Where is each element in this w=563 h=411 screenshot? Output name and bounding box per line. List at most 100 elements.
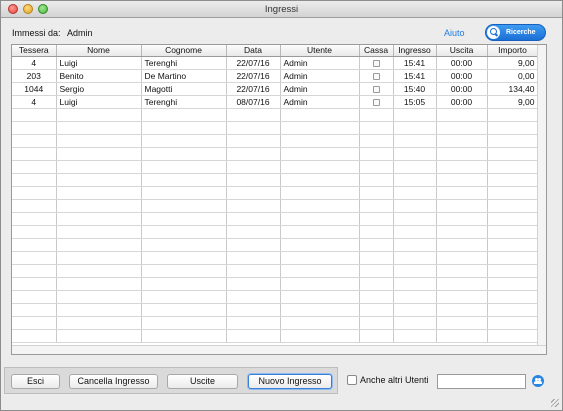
cell-cognome	[141, 290, 227, 304]
resize-grip-icon[interactable]	[551, 399, 559, 407]
cell-cognome	[141, 173, 227, 187]
cell-nome	[56, 134, 142, 148]
cell-nome	[56, 186, 142, 200]
user-filter-input[interactable]	[437, 374, 526, 389]
cell-cassa	[359, 303, 394, 317]
column-header-utente[interactable]: Utente	[280, 45, 360, 57]
table-row[interactable]: 4 Luigi Terenghi 22/07/16 Admin 15:41 00:00 9,0…	[12, 56, 539, 70]
table-row[interactable]	[12, 290, 539, 304]
column-header-cassa[interactable]: Cassa	[359, 45, 394, 57]
cell-ingresso	[393, 121, 437, 135]
cell-ingresso	[393, 264, 437, 278]
table-row[interactable]: 203 Benito De Martino 22/07/16 Admin 15:41 00:…	[12, 69, 539, 83]
column-header-tessera[interactable]: Tessera	[12, 45, 57, 57]
cell-utente	[280, 329, 360, 343]
cell-data	[226, 212, 281, 226]
table-row[interactable]: 4 Luigi Terenghi 08/07/16 Admin 15:05 00:00 9,0…	[12, 95, 539, 109]
column-header-ingresso[interactable]: Ingresso	[393, 45, 437, 57]
cassa-checkbox[interactable]	[372, 98, 380, 106]
zoom-window-button[interactable]	[38, 4, 48, 14]
table-row[interactable]	[12, 303, 539, 317]
cell-cassa	[359, 121, 394, 135]
cassa-checkbox[interactable]	[372, 72, 380, 80]
cell-utente	[280, 290, 360, 304]
cell-cassa[interactable]	[359, 95, 394, 109]
cell-ingresso	[393, 199, 437, 213]
table-row[interactable]	[12, 225, 539, 239]
exits-button[interactable]: Uscite	[167, 374, 238, 389]
cell-tessera: 4	[12, 95, 57, 109]
column-header-importo[interactable]: Importo	[487, 45, 539, 57]
cell-cassa	[359, 199, 394, 213]
cell-uscita: 00:00	[436, 82, 488, 96]
delete-entry-button[interactable]: Cancella Ingresso	[69, 374, 158, 389]
cassa-checkbox[interactable]	[372, 59, 380, 67]
table-row[interactable]	[12, 108, 539, 122]
cell-nome	[56, 251, 142, 265]
cell-nome	[56, 277, 142, 291]
cell-utente	[280, 303, 360, 317]
cell-cassa[interactable]	[359, 82, 394, 96]
cell-cassa	[359, 186, 394, 200]
table-row[interactable]	[12, 212, 539, 226]
cell-tessera	[12, 277, 57, 291]
table-row[interactable]	[12, 173, 539, 187]
cell-uscita	[436, 121, 488, 135]
cell-tessera: 4	[12, 56, 57, 70]
all-users-option[interactable]: Anche altri Utenti	[347, 375, 429, 385]
table-row[interactable]	[12, 316, 539, 330]
horizontal-scrollbar[interactable]	[12, 345, 546, 354]
table-row[interactable]	[12, 251, 539, 265]
cell-importo	[487, 251, 539, 265]
cassa-checkbox[interactable]	[372, 85, 380, 93]
table-row[interactable]	[12, 134, 539, 148]
all-users-label: Anche altri Utenti	[360, 375, 429, 385]
cell-cognome	[141, 225, 227, 239]
users-icon[interactable]	[532, 375, 544, 387]
table-row[interactable]	[12, 121, 539, 135]
table-row[interactable]	[12, 199, 539, 213]
cell-uscita	[436, 108, 488, 122]
vertical-scrollbar[interactable]	[537, 45, 546, 346]
cell-cassa	[359, 251, 394, 265]
table-row[interactable]	[12, 186, 539, 200]
cell-cassa	[359, 316, 394, 330]
table-row[interactable]	[12, 238, 539, 252]
cell-cognome	[141, 277, 227, 291]
new-entry-button[interactable]: Nuovo Ingresso	[248, 374, 332, 389]
magnifier-icon	[487, 26, 500, 39]
column-header-cognome[interactable]: Cognome	[141, 45, 227, 57]
entries-table[interactable]: Tessera Nome Cognome Data Utente Cassa I…	[11, 44, 547, 355]
all-users-checkbox[interactable]	[347, 375, 357, 385]
cell-importo	[487, 160, 539, 174]
cell-data: 22/07/16	[226, 82, 281, 96]
title-bar: Ingressi	[1, 1, 562, 18]
cell-tessera	[12, 316, 57, 330]
table-row[interactable]	[12, 147, 539, 161]
cell-uscita	[436, 329, 488, 343]
search-button[interactable]: Ricerche	[485, 24, 546, 41]
cell-utente	[280, 264, 360, 278]
cell-utente	[280, 316, 360, 330]
close-window-button[interactable]	[8, 4, 18, 14]
help-link[interactable]: Aiuto	[444, 28, 465, 38]
cell-cognome	[141, 160, 227, 174]
column-header-data[interactable]: Data	[226, 45, 281, 57]
table-row[interactable]	[12, 329, 539, 343]
table-row[interactable]	[12, 264, 539, 278]
cell-cognome	[141, 316, 227, 330]
table-row[interactable]: 1044 Sergio Magotti 22/07/16 Admin 15:40 00:00…	[12, 82, 539, 96]
cell-utente	[280, 108, 360, 122]
column-header-nome[interactable]: Nome	[56, 45, 142, 57]
minimize-window-button[interactable]	[23, 4, 33, 14]
column-header-uscita[interactable]: Uscita	[436, 45, 488, 57]
cell-importo	[487, 147, 539, 161]
table-row[interactable]	[12, 160, 539, 174]
cell-nome	[56, 264, 142, 278]
cell-cassa[interactable]	[359, 56, 394, 70]
cell-cassa[interactable]	[359, 69, 394, 83]
cell-uscita	[436, 173, 488, 187]
table-row[interactable]	[12, 277, 539, 291]
exit-button[interactable]: Esci	[11, 374, 60, 389]
cell-tessera	[12, 329, 57, 343]
